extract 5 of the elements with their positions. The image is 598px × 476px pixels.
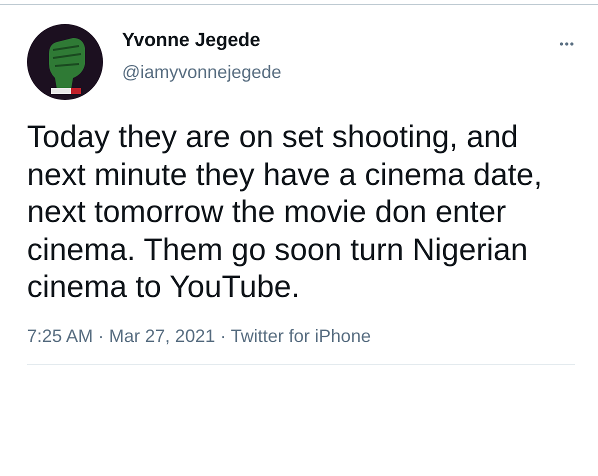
- author-handle[interactable]: @iamyvonnejegede: [122, 60, 560, 84]
- tweet-timestamp: 7:25 AM · Mar 27, 2021 · Twitter for iPhone: [27, 324, 575, 364]
- tweet-text: Today they are on set shooting, and next minute they have a cinema date, next tomorrow the movie don enter cinema. Them go soon turn Nigerian cinema to YouTube.: [27, 118, 544, 306]
- more-options-button[interactable]: •••: [559, 37, 575, 51]
- author-name[interactable]: Yvonne Jegede: [122, 29, 560, 53]
